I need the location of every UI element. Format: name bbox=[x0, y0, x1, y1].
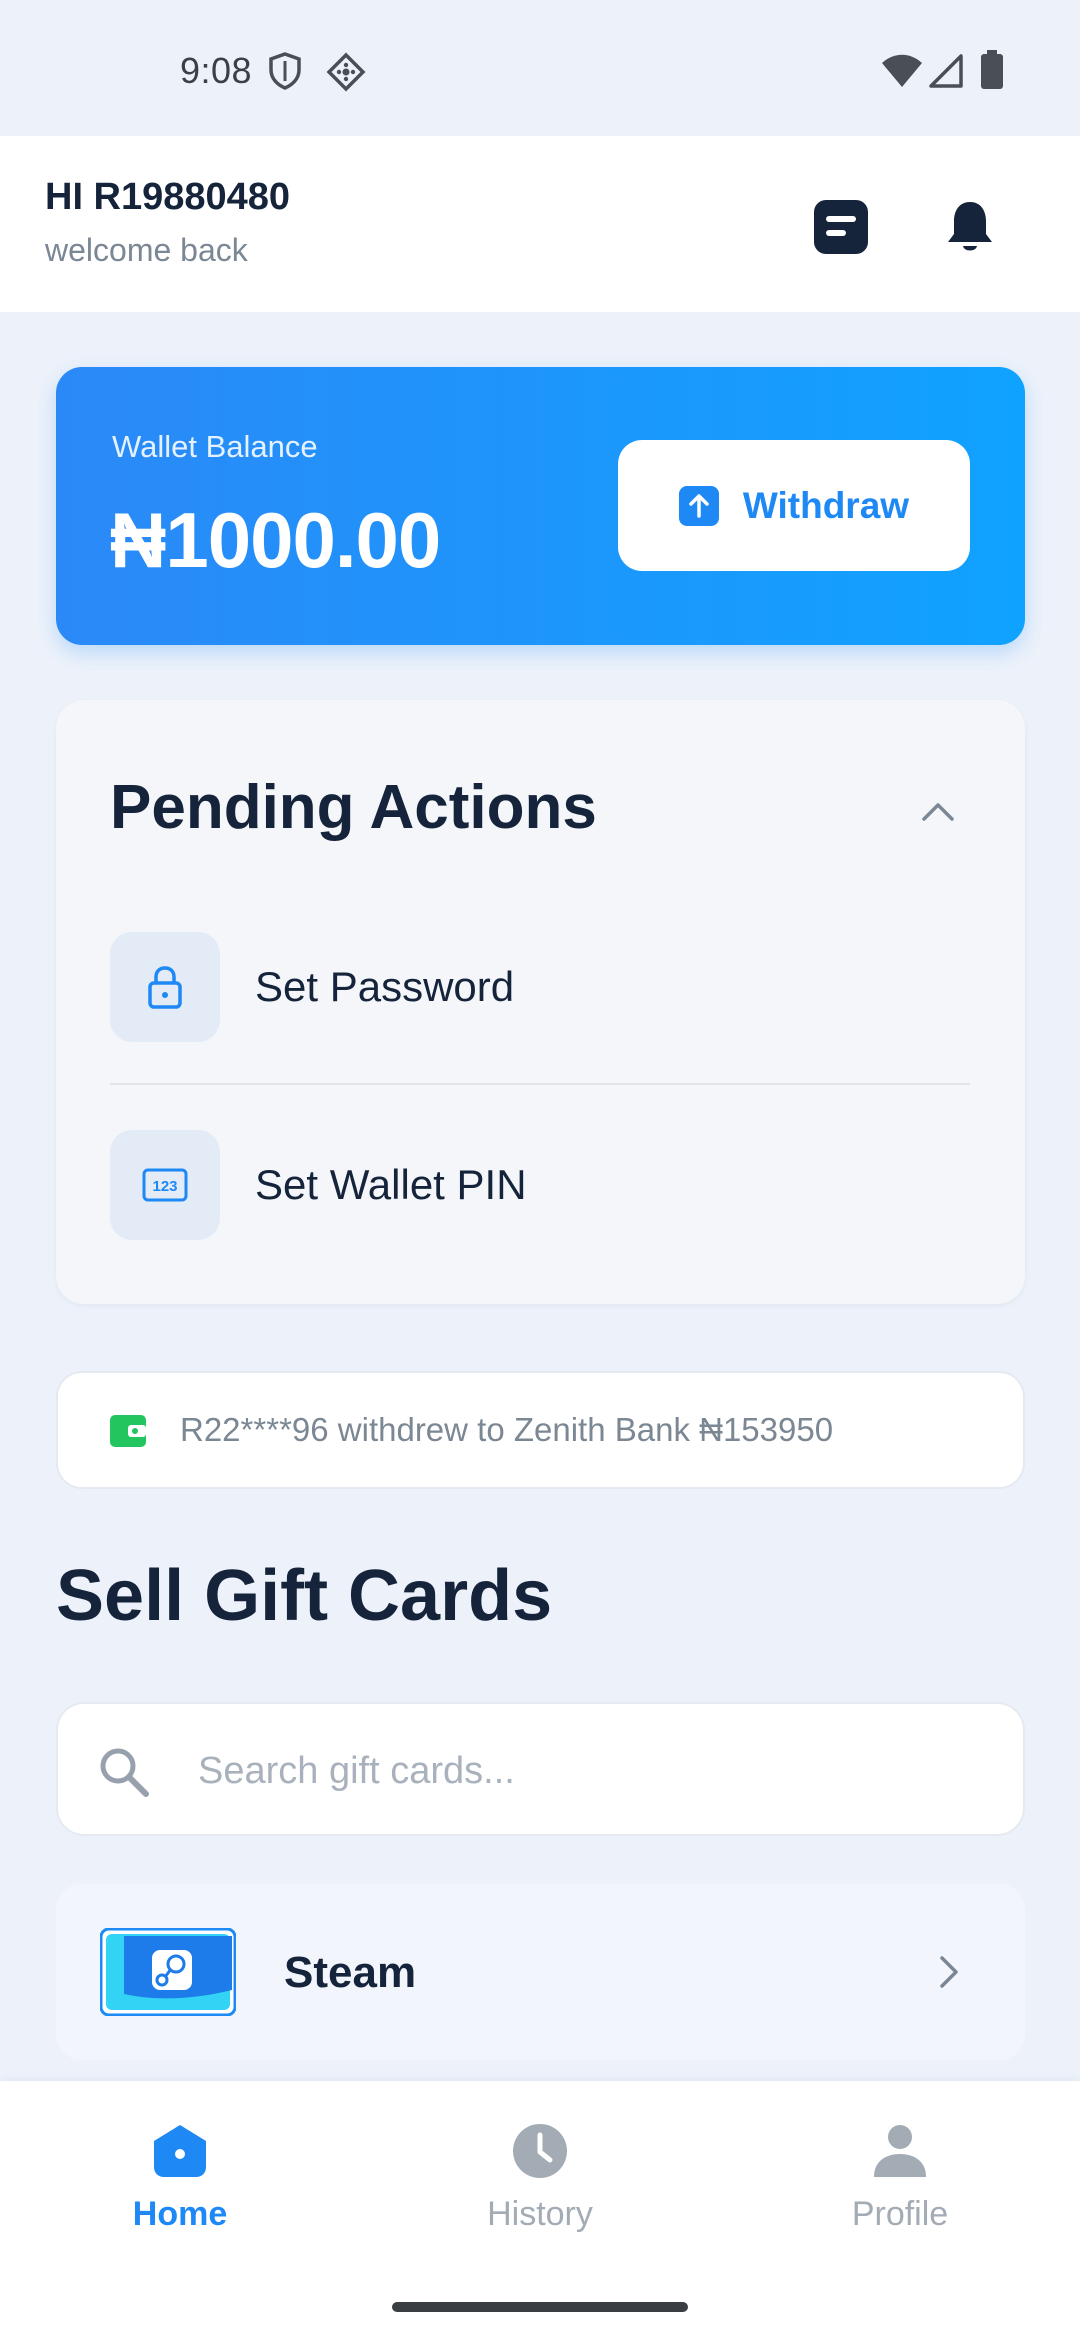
vpn-diamond-icon bbox=[326, 52, 366, 92]
home-indicator[interactable] bbox=[392, 2302, 688, 2312]
search-box bbox=[56, 1702, 1025, 1836]
nav-profile-label: Profile bbox=[851, 2195, 949, 2233]
cell-signal-icon bbox=[929, 54, 963, 88]
set-wallet-pin-label: Set Wallet PIN bbox=[255, 1161, 527, 1208]
svg-text:123: 123 bbox=[152, 1178, 177, 1195]
arrow-up-icon bbox=[678, 485, 719, 526]
battery-icon bbox=[981, 50, 1003, 89]
home-icon bbox=[154, 2125, 206, 2177]
pin-123-icon: 123 bbox=[110, 1130, 220, 1240]
ticker-text: R22****96 withdrew to Zenith Bank ₦15395… bbox=[180, 1411, 834, 1448]
shield-icon bbox=[269, 52, 301, 90]
chevron-up-icon[interactable] bbox=[918, 792, 958, 832]
withdrawal-ticker: R22****96 withdrew to Zenith Bank ₦15395… bbox=[56, 1371, 1025, 1489]
notifications-button[interactable] bbox=[935, 194, 1005, 264]
wallet-balance-label: Wallet Balance bbox=[112, 429, 318, 464]
nav-home[interactable]: Home bbox=[60, 2121, 300, 2261]
notes-icon bbox=[814, 200, 868, 254]
search-input[interactable] bbox=[198, 1736, 978, 1806]
gift-card-item-steam[interactable]: Steam bbox=[56, 1884, 1025, 2060]
pending-actions-title: Pending Actions bbox=[110, 773, 597, 842]
nav-history[interactable]: History bbox=[420, 2121, 660, 2261]
notes-button[interactable] bbox=[806, 194, 876, 264]
chevron-right-icon bbox=[940, 1956, 958, 1988]
withdraw-label: Withdraw bbox=[742, 484, 910, 526]
wallet-balance-amount: ₦1000.00 bbox=[110, 496, 441, 584]
wallet-balance-card: Wallet Balance ₦1000.00 Withdraw bbox=[56, 367, 1025, 645]
top-header: HI R19880480 welcome back bbox=[0, 136, 1080, 312]
steam-logo bbox=[100, 1928, 236, 2016]
greeting-text: HI R19880480 bbox=[45, 176, 291, 218]
wallet-icon bbox=[110, 1415, 146, 1447]
set-password-label: Set Password bbox=[255, 963, 515, 1010]
clock-icon bbox=[513, 2124, 567, 2178]
bell-icon bbox=[948, 202, 992, 251]
sell-gift-cards-title: Sell Gift Cards bbox=[56, 1556, 553, 1636]
lock-icon bbox=[110, 932, 220, 1042]
app-screen: 9:08 HI R19880480 welcome back Wallet Ba… bbox=[0, 0, 1080, 2340]
person-icon bbox=[874, 2125, 926, 2177]
status-bar: 9:08 bbox=[0, 0, 1080, 136]
gift-card-name: Steam bbox=[284, 1948, 417, 1997]
nav-profile[interactable]: Profile bbox=[780, 2121, 1020, 2261]
pending-divider bbox=[110, 1083, 970, 1085]
nav-history-label: History bbox=[487, 2195, 593, 2233]
nav-home-label: Home bbox=[132, 2195, 228, 2233]
welcome-subtitle: welcome back bbox=[45, 232, 248, 268]
wifi-icon bbox=[882, 54, 922, 87]
set-wallet-pin-item[interactable]: 123 Set Wallet PIN bbox=[110, 1130, 970, 1240]
pending-actions-card: Pending Actions Set Password 123 Set Wal… bbox=[56, 700, 1025, 1304]
withdraw-button[interactable]: Withdraw bbox=[618, 440, 970, 571]
status-time: 9:08 bbox=[180, 50, 253, 91]
search-icon bbox=[100, 1748, 149, 1797]
set-password-item[interactable]: Set Password bbox=[110, 932, 970, 1042]
